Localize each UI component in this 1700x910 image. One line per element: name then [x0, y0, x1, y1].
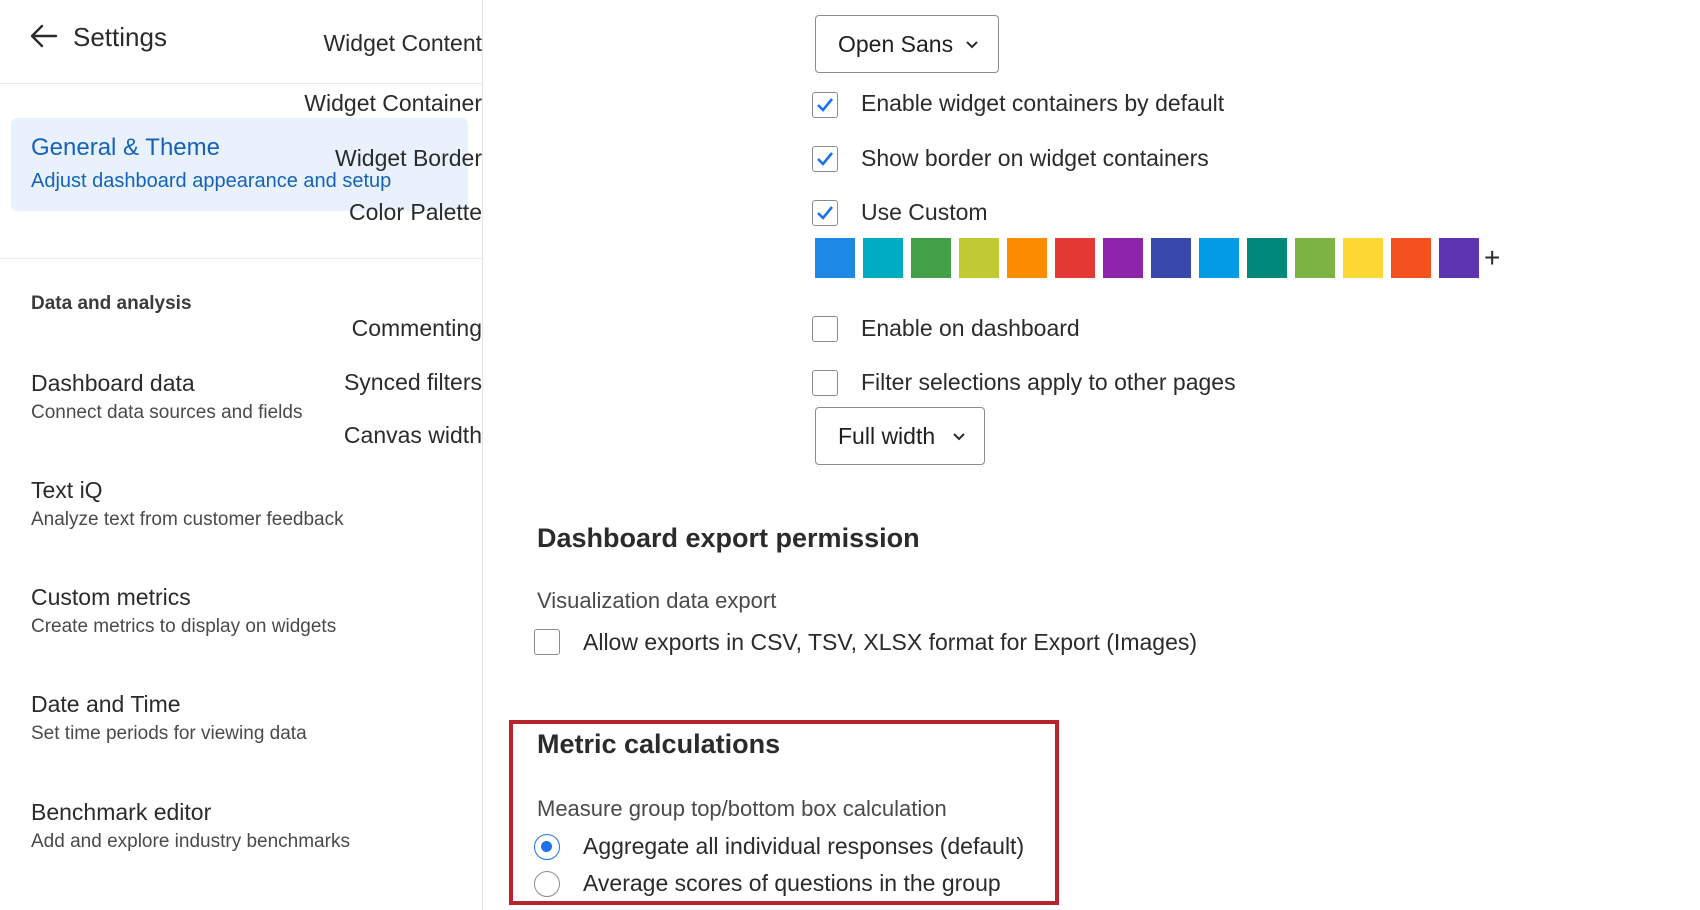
- widget-content-font-dropdown[interactable]: Open Sans: [815, 15, 999, 73]
- synced-filters-label: Synced filters: [343, 369, 482, 395]
- dropdown-value: Open Sans: [838, 31, 954, 57]
- color-palette-checkbox[interactable]: [812, 200, 838, 226]
- allow-exports-text: Allow exports in CSV, TSV, XLSX format f…: [583, 629, 1198, 655]
- sidebar-item-label: Text iQ: [31, 477, 103, 503]
- back-arrow-icon[interactable]: [28, 20, 60, 52]
- chevron-down-icon: [953, 433, 965, 441]
- color-swatch[interactable]: [1295, 238, 1335, 278]
- sidebar-item-description: Create metrics to display on widgets: [31, 616, 337, 637]
- sidebar-item-description: Adjust dashboard appearance and setup: [31, 170, 392, 192]
- color-swatch[interactable]: [1103, 238, 1143, 278]
- widget-container-text: Enable widget containers by default: [861, 90, 1225, 116]
- color-swatch[interactable]: [911, 238, 951, 278]
- average-scores-text: Average scores of questions in the group: [583, 870, 1001, 896]
- chevron-down-icon: [966, 41, 978, 49]
- sidebar-item-custom-metrics[interactable]: Custom metrics Create metrics to display…: [31, 582, 471, 640]
- add-color-button[interactable]: +: [1484, 243, 1500, 273]
- sidebar-item-description: Add and explore industry benchmarks: [31, 831, 350, 852]
- sidebar-item-description: Analyze text from customer feedback: [31, 509, 344, 530]
- commenting-text: Enable on dashboard: [861, 315, 1080, 341]
- sidebar-item-label: Benchmark editor: [31, 799, 212, 825]
- canvas-width-dropdown[interactable]: Full width: [815, 407, 985, 465]
- visualization-export-subheading: Visualization data export: [537, 588, 777, 613]
- color-swatch[interactable]: [1007, 238, 1047, 278]
- checkmark-icon: [817, 152, 834, 166]
- color-swatch[interactable]: [1151, 238, 1191, 278]
- sidebar-item-text-iq[interactable]: Text iQ Analyze text from customer feedb…: [31, 475, 471, 533]
- color-swatch[interactable]: [1343, 238, 1383, 278]
- dropdown-value: Full width: [838, 423, 936, 449]
- widget-content-label: Widget Content: [323, 30, 482, 56]
- sidebar-item-description: Set time periods for viewing data: [31, 723, 307, 744]
- settings-sidebar: Settings General & Theme Adjust dashboar…: [0, 0, 483, 910]
- settings-title: Settings: [73, 22, 167, 52]
- section-label-data-analysis: Data and analysis: [31, 293, 192, 314]
- sidebar-divider: [0, 258, 482, 259]
- synced-filters-checkbox[interactable]: [812, 370, 838, 396]
- synced-filters-text: Filter selections apply to other pages: [861, 369, 1236, 395]
- color-swatch[interactable]: [815, 238, 855, 278]
- commenting-label: Commenting: [351, 315, 482, 341]
- sidebar-item-benchmark-editor[interactable]: Benchmark editor Add and explore industr…: [31, 797, 471, 855]
- color-swatch[interactable]: [1199, 238, 1239, 278]
- color-palette-label: Color Palette: [349, 199, 482, 225]
- checkmark-icon: [817, 206, 834, 220]
- color-swatch[interactable]: [863, 238, 903, 278]
- sidebar-item-label: Date and Time: [31, 691, 181, 717]
- widget-container-label: Widget Container: [304, 90, 482, 116]
- aggregate-responses-radio[interactable]: [534, 834, 560, 860]
- metric-calculations-heading: Metric calculations: [537, 729, 781, 759]
- sidebar-item-date-time[interactable]: Date and Time Set time periods for viewi…: [31, 689, 471, 747]
- color-swatch[interactable]: [1247, 238, 1287, 278]
- average-scores-radio[interactable]: [534, 871, 560, 897]
- checkmark-icon: [817, 98, 834, 112]
- color-palette-text: Use Custom: [861, 199, 988, 225]
- color-swatch[interactable]: [1391, 238, 1431, 278]
- widget-border-text: Show border on widget containers: [861, 145, 1209, 171]
- color-swatch[interactable]: [959, 238, 999, 278]
- color-swatch[interactable]: [1055, 238, 1095, 278]
- commenting-checkbox[interactable]: [812, 316, 838, 342]
- widget-container-checkbox[interactable]: [812, 92, 838, 118]
- export-permission-heading: Dashboard export permission: [537, 523, 920, 553]
- color-swatch[interactable]: [1439, 238, 1479, 278]
- sidebar-item-label: Custom metrics: [31, 584, 191, 610]
- top-bottom-box-subheading: Measure group top/bottom box calculation: [537, 796, 947, 821]
- allow-exports-checkbox[interactable]: [534, 629, 560, 655]
- widget-border-label: Widget Border: [334, 145, 482, 171]
- canvas-width-label: Canvas width: [343, 422, 482, 448]
- widget-border-checkbox[interactable]: [812, 146, 838, 172]
- aggregate-responses-text: Aggregate all individual responses (defa…: [583, 833, 1025, 859]
